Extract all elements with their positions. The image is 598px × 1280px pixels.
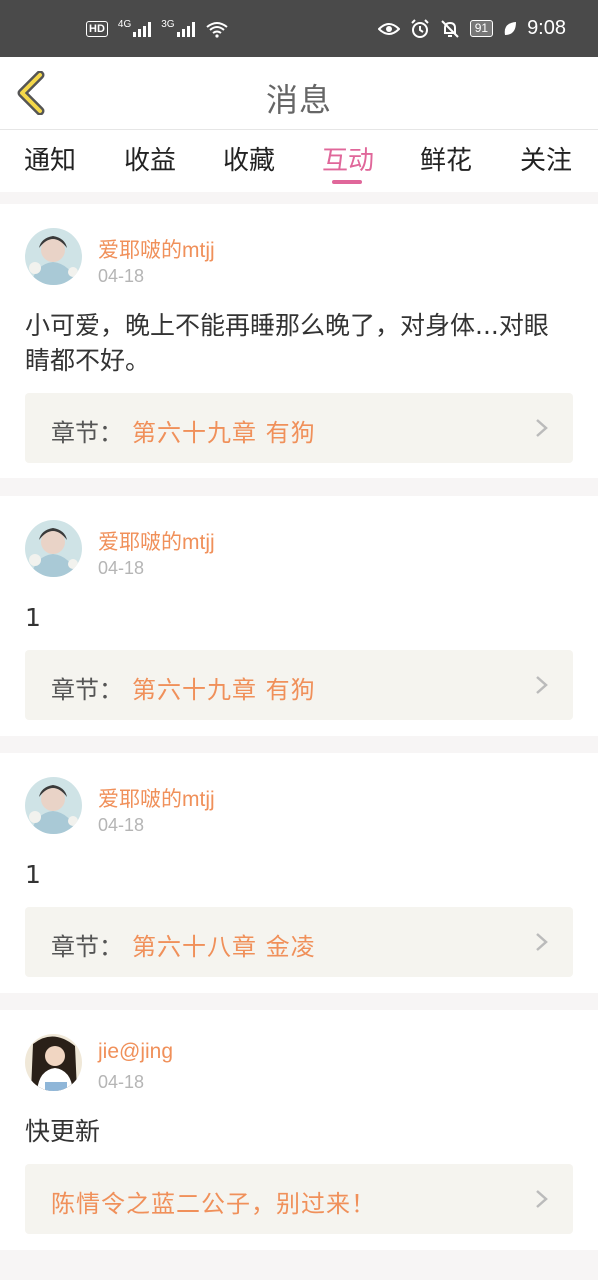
message-card: 爱耶啵的mtjj 04-18 小可爱，晚上不能再睡那么晚了，对身体...对眼睛都… (0, 204, 598, 478)
status-bar-left: HD 4G 3G (86, 18, 229, 38)
message-card: 爱耶啵的mtjj 04-18 1 章节： 第六十八章 金凌 (0, 753, 598, 993)
active-tab-indicator (332, 180, 362, 184)
tab-interactions[interactable]: 互动 (322, 140, 374, 177)
signal-icon-2 (176, 21, 195, 37)
username[interactable]: 爱耶啵的mtjj (98, 234, 215, 264)
alarm-icon (410, 18, 429, 38)
tab-flowers[interactable]: 鲜花 (420, 140, 472, 177)
status-bar-right: 91 9:08 (377, 17, 566, 40)
network-3g-label: 3G (161, 18, 175, 30)
chevron-right-icon (536, 933, 548, 951)
book-title: 陈情令之蓝二公子，别过来！ (51, 1190, 376, 1218)
status-bar: HD 4G 3G 91 9:08 (0, 0, 598, 57)
top-bar: 消息 (0, 57, 598, 130)
username[interactable]: jie@jing (98, 1040, 173, 1064)
chapter-title: 第六十九章 有狗 (132, 676, 316, 704)
signal-icon (133, 21, 152, 37)
tab-follows[interactable]: 关注 (520, 140, 572, 177)
chapter-link[interactable]: 章节： 第六十八章 金凌 (25, 907, 573, 977)
avatar[interactable] (25, 777, 82, 834)
mute-bell-icon (440, 19, 459, 38)
chapter-title: 第六十九章 有狗 (132, 419, 316, 447)
message-content: 快更新 (25, 1117, 101, 1146)
avatar[interactable] (25, 1034, 82, 1091)
network-4g-label: 4G (117, 18, 132, 30)
username[interactable]: 爱耶啵的mtjj (98, 526, 215, 556)
chapter-title: 第六十八章 金凌 (132, 933, 316, 961)
message-card: 爱耶啵的mtjj 04-18 1 章节： 第六十九章 有狗 (0, 496, 598, 736)
message-date: 04-18 (98, 1072, 145, 1092)
clock-time: 9:08 (527, 17, 566, 39)
message-date: 04-18 (98, 266, 145, 286)
chevron-right-icon (536, 419, 548, 437)
message-date: 04-18 (98, 815, 145, 835)
message-content: 小可爱，晚上不能再睡那么晚了，对身体...对眼睛都不好。 (25, 311, 549, 375)
hd-badge: HD (86, 21, 108, 37)
tab-earnings[interactable]: 收益 (124, 140, 176, 177)
message-content: 1 (25, 603, 41, 632)
wifi-icon (205, 22, 228, 38)
tab-notifications[interactable]: 通知 (24, 140, 76, 177)
chapter-label: 章节： (51, 419, 123, 447)
battery-indicator: 91 (469, 20, 494, 37)
message-card: jie@jing 04-18 快更新 陈情令之蓝二公子，别过来！ (0, 1010, 598, 1250)
eye-icon (377, 22, 400, 35)
username[interactable]: 爱耶啵的mtjj (98, 783, 215, 813)
tab-bar: 通知 收益 收藏 互动 鲜花 关注 (0, 130, 598, 192)
chapter-label: 章节： (51, 676, 123, 704)
chapter-link[interactable]: 章节： 第六十九章 有狗 (25, 393, 573, 463)
message-content: 1 (25, 860, 41, 889)
avatar[interactable] (25, 520, 82, 577)
message-date: 04-18 (98, 558, 145, 578)
tab-favorites[interactable]: 收藏 (223, 140, 275, 177)
chevron-right-icon (536, 676, 548, 694)
chapter-link[interactable]: 章节： 第六十九章 有狗 (25, 650, 573, 720)
chapter-label: 章节： (51, 933, 123, 961)
book-link[interactable]: 陈情令之蓝二公子，别过来！ (25, 1164, 573, 1234)
leaf-icon (504, 21, 517, 35)
chevron-right-icon (536, 1190, 548, 1208)
page-title: 消息 (265, 81, 332, 119)
avatar[interactable] (25, 228, 82, 285)
